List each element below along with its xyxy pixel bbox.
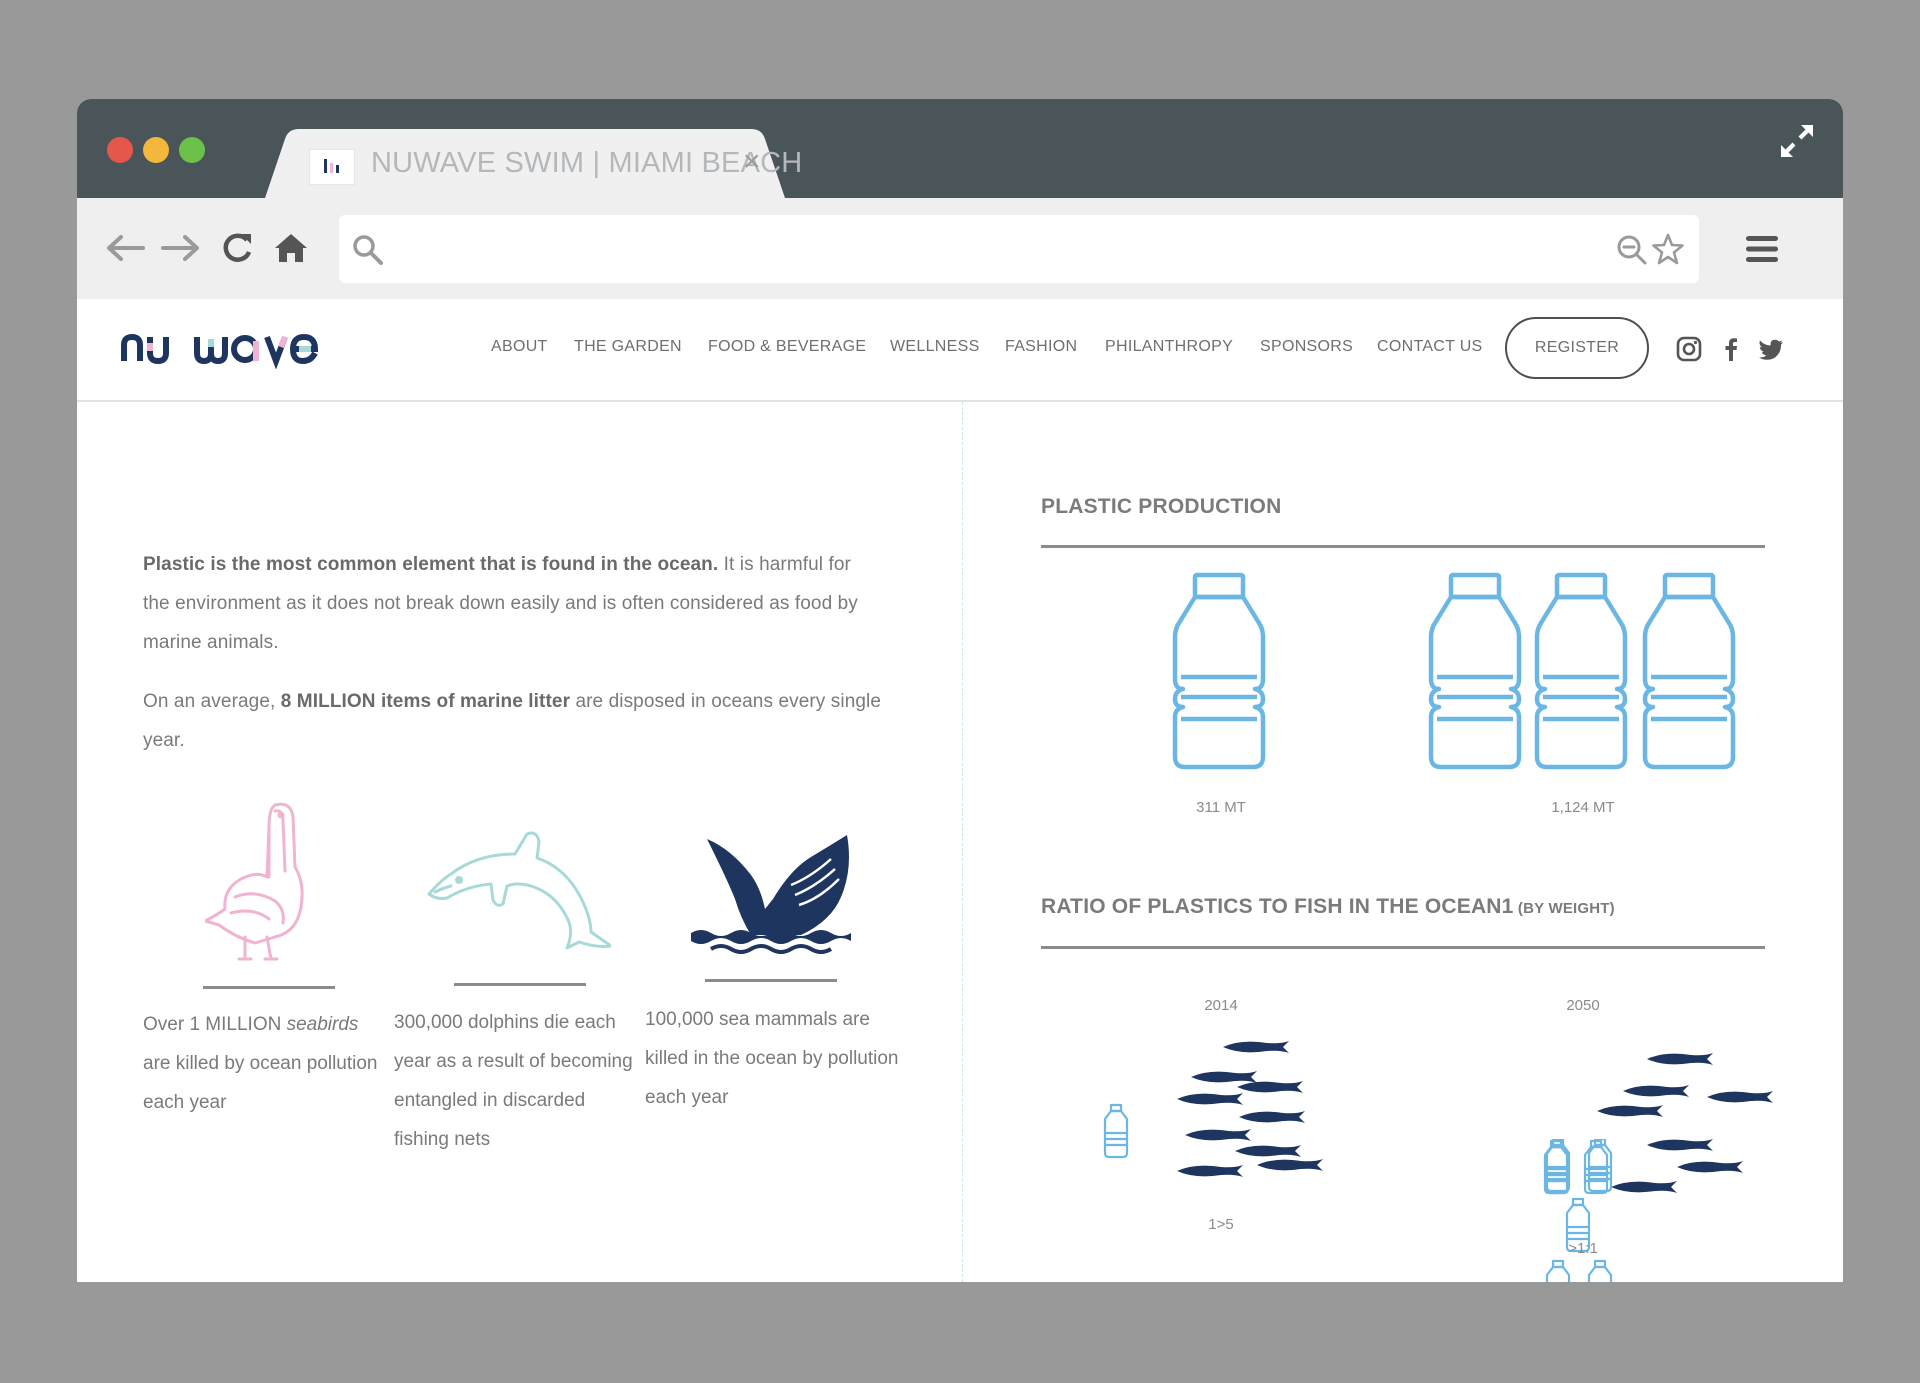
- nav-wellness[interactable]: WELLNESS: [890, 338, 980, 356]
- seabirds-caption: Over 1 MILLION seabirds are killed by oc…: [143, 1005, 383, 1122]
- ratio-title-small: (BY WEIGHT): [1513, 900, 1615, 917]
- fullscreen-icon[interactable]: [1777, 121, 1817, 161]
- nav-contact-us[interactable]: CONTACT US: [1377, 338, 1483, 356]
- twitter-icon[interactable]: [1757, 335, 1785, 363]
- fish-icon: [1191, 1071, 1257, 1083]
- production-bottle: [1537, 575, 1625, 767]
- register-button[interactable]: REGISTER: [1505, 317, 1649, 379]
- average-paragraph: On an average, 8 MILLION items of marine…: [143, 682, 883, 760]
- production-rule: [1041, 545, 1765, 548]
- ratio-year-2050: 2050: [1566, 997, 1600, 1014]
- dolphin-icon: [427, 824, 613, 959]
- address-bar[interactable]: [339, 215, 1699, 283]
- ratio-label-2014: 1>5: [1208, 1216, 1234, 1233]
- forward-icon[interactable]: [159, 228, 203, 268]
- home-icon[interactable]: [271, 228, 315, 268]
- browser-tab[interactable]: NUWAVE SWIM | MIAMI BEACH ×: [265, 129, 802, 198]
- avg-bold: 8 MILLION items of marine litter: [280, 691, 571, 712]
- nav-philanthropy[interactable]: PHILANTHROPY: [1105, 338, 1233, 356]
- fish-icon: [1257, 1159, 1323, 1171]
- ratio-bottle: [1587, 1259, 1613, 1282]
- production-bottle: [1645, 575, 1733, 767]
- search-icon: [353, 235, 383, 265]
- dolphins-caption: 300,000 dolphins die each year as a resu…: [394, 1003, 634, 1159]
- nav-food-beverage[interactable]: FOOD & BEVERAGE: [708, 338, 866, 356]
- favicon-icon: [309, 149, 355, 185]
- site-header: ABOUT THE GARDEN FOOD & BEVERAGE WELLNES…: [77, 299, 1843, 402]
- production-label-2: 1,124 MT: [1551, 799, 1615, 816]
- fish-icon: [1235, 1145, 1301, 1157]
- intro-bold: Plastic is the most common element that …: [143, 554, 719, 575]
- ratio-bottle: [1545, 1139, 1571, 1193]
- ratio-bottles-2050: [1545, 1139, 1613, 1282]
- ratio-bottle: [1587, 1139, 1613, 1193]
- seabirds-em: seabirds: [286, 1014, 359, 1035]
- ratio-label-2050: >1:1: [1568, 1240, 1598, 1257]
- dolphin-underline: [454, 983, 586, 986]
- back-icon[interactable]: [103, 228, 147, 268]
- mammals-caption: 100,000 sea mammals are killed in the oc…: [645, 1000, 905, 1117]
- browser-window: NUWAVE SWIM | MIAMI BEACH × ABOUT THE GA…: [77, 99, 1843, 1282]
- tab-close-icon[interactable]: ×: [743, 145, 761, 179]
- ratio-bottle: [1103, 1103, 1129, 1159]
- seabirds-pre: Over 1 MILLION: [143, 1014, 287, 1035]
- production-label-1: 311 MT: [1196, 799, 1246, 816]
- dolphins-text: 300,000 dolphins die each year as a resu…: [394, 1012, 633, 1150]
- fish-icon: [1647, 1139, 1713, 1151]
- fish-icon: [1239, 1111, 1305, 1123]
- facebook-icon[interactable]: [1717, 335, 1745, 363]
- fish-icon: [1707, 1091, 1773, 1103]
- fish-icon: [1623, 1085, 1689, 1097]
- bookmark-star-icon[interactable]: [1651, 232, 1685, 266]
- ratio-rule: [1041, 946, 1765, 949]
- nav-the-garden[interactable]: THE GARDEN: [574, 338, 682, 356]
- fish-icon: [1177, 1165, 1243, 1177]
- ratio-year-2014: 2014: [1204, 997, 1238, 1014]
- whale-underline: [705, 979, 837, 982]
- production-title: PLASTIC PRODUCTION: [1041, 495, 1282, 518]
- fish-icon: [1177, 1093, 1243, 1105]
- pelican-underline: [203, 986, 335, 989]
- nuwave-logo[interactable]: [121, 329, 321, 374]
- instagram-icon[interactable]: [1675, 335, 1703, 363]
- column-divider: [962, 402, 963, 1282]
- fish-icon: [1237, 1081, 1303, 1093]
- ratio-bottle: [1545, 1259, 1571, 1282]
- ratio-graphic: [1103, 1041, 1773, 1195]
- close-window-dot[interactable]: [107, 137, 133, 163]
- pelican-icon: [203, 797, 325, 972]
- tab-title: NUWAVE SWIM | MIAMI BEACH: [371, 147, 803, 179]
- fish-icon: [1677, 1161, 1743, 1173]
- browser-toolbar: [77, 198, 1843, 299]
- fish-icon: [1647, 1053, 1713, 1065]
- fish-icon: [1185, 1129, 1251, 1141]
- production-bottle: [1175, 575, 1263, 767]
- nav-sponsors[interactable]: SPONSORS: [1260, 338, 1353, 356]
- ratio-title-main: RATIO OF PLASTICS TO FISH IN THE OCEAN1: [1041, 895, 1514, 918]
- intro-paragraph: Plastic is the most common element that …: [143, 545, 883, 662]
- browser-titlebar: NUWAVE SWIM | MIAMI BEACH ×: [77, 99, 1843, 198]
- seabirds-post: are killed by ocean pollution each year: [143, 1053, 378, 1113]
- fish-icon: [1223, 1041, 1289, 1053]
- production-bottle: [1431, 575, 1519, 767]
- maximize-window-dot[interactable]: [179, 137, 205, 163]
- minimize-window-dot[interactable]: [143, 137, 169, 163]
- mammals-text: 100,000 sea mammals are killed in the oc…: [645, 1009, 899, 1108]
- production-bottles: [1041, 569, 1765, 789]
- ratio-title: RATIO OF PLASTICS TO FISH IN THE OCEAN1 …: [1041, 895, 1615, 919]
- fish-icon: [1597, 1105, 1663, 1117]
- reload-icon[interactable]: [217, 228, 261, 268]
- nav-fashion[interactable]: FASHION: [1005, 338, 1077, 356]
- hamburger-menu-icon[interactable]: [1745, 232, 1779, 266]
- nav-about[interactable]: ABOUT: [491, 338, 548, 356]
- zoom-out-icon[interactable]: [1615, 233, 1649, 267]
- avg-pre: On an average,: [143, 691, 281, 712]
- whale-icon: [691, 829, 851, 964]
